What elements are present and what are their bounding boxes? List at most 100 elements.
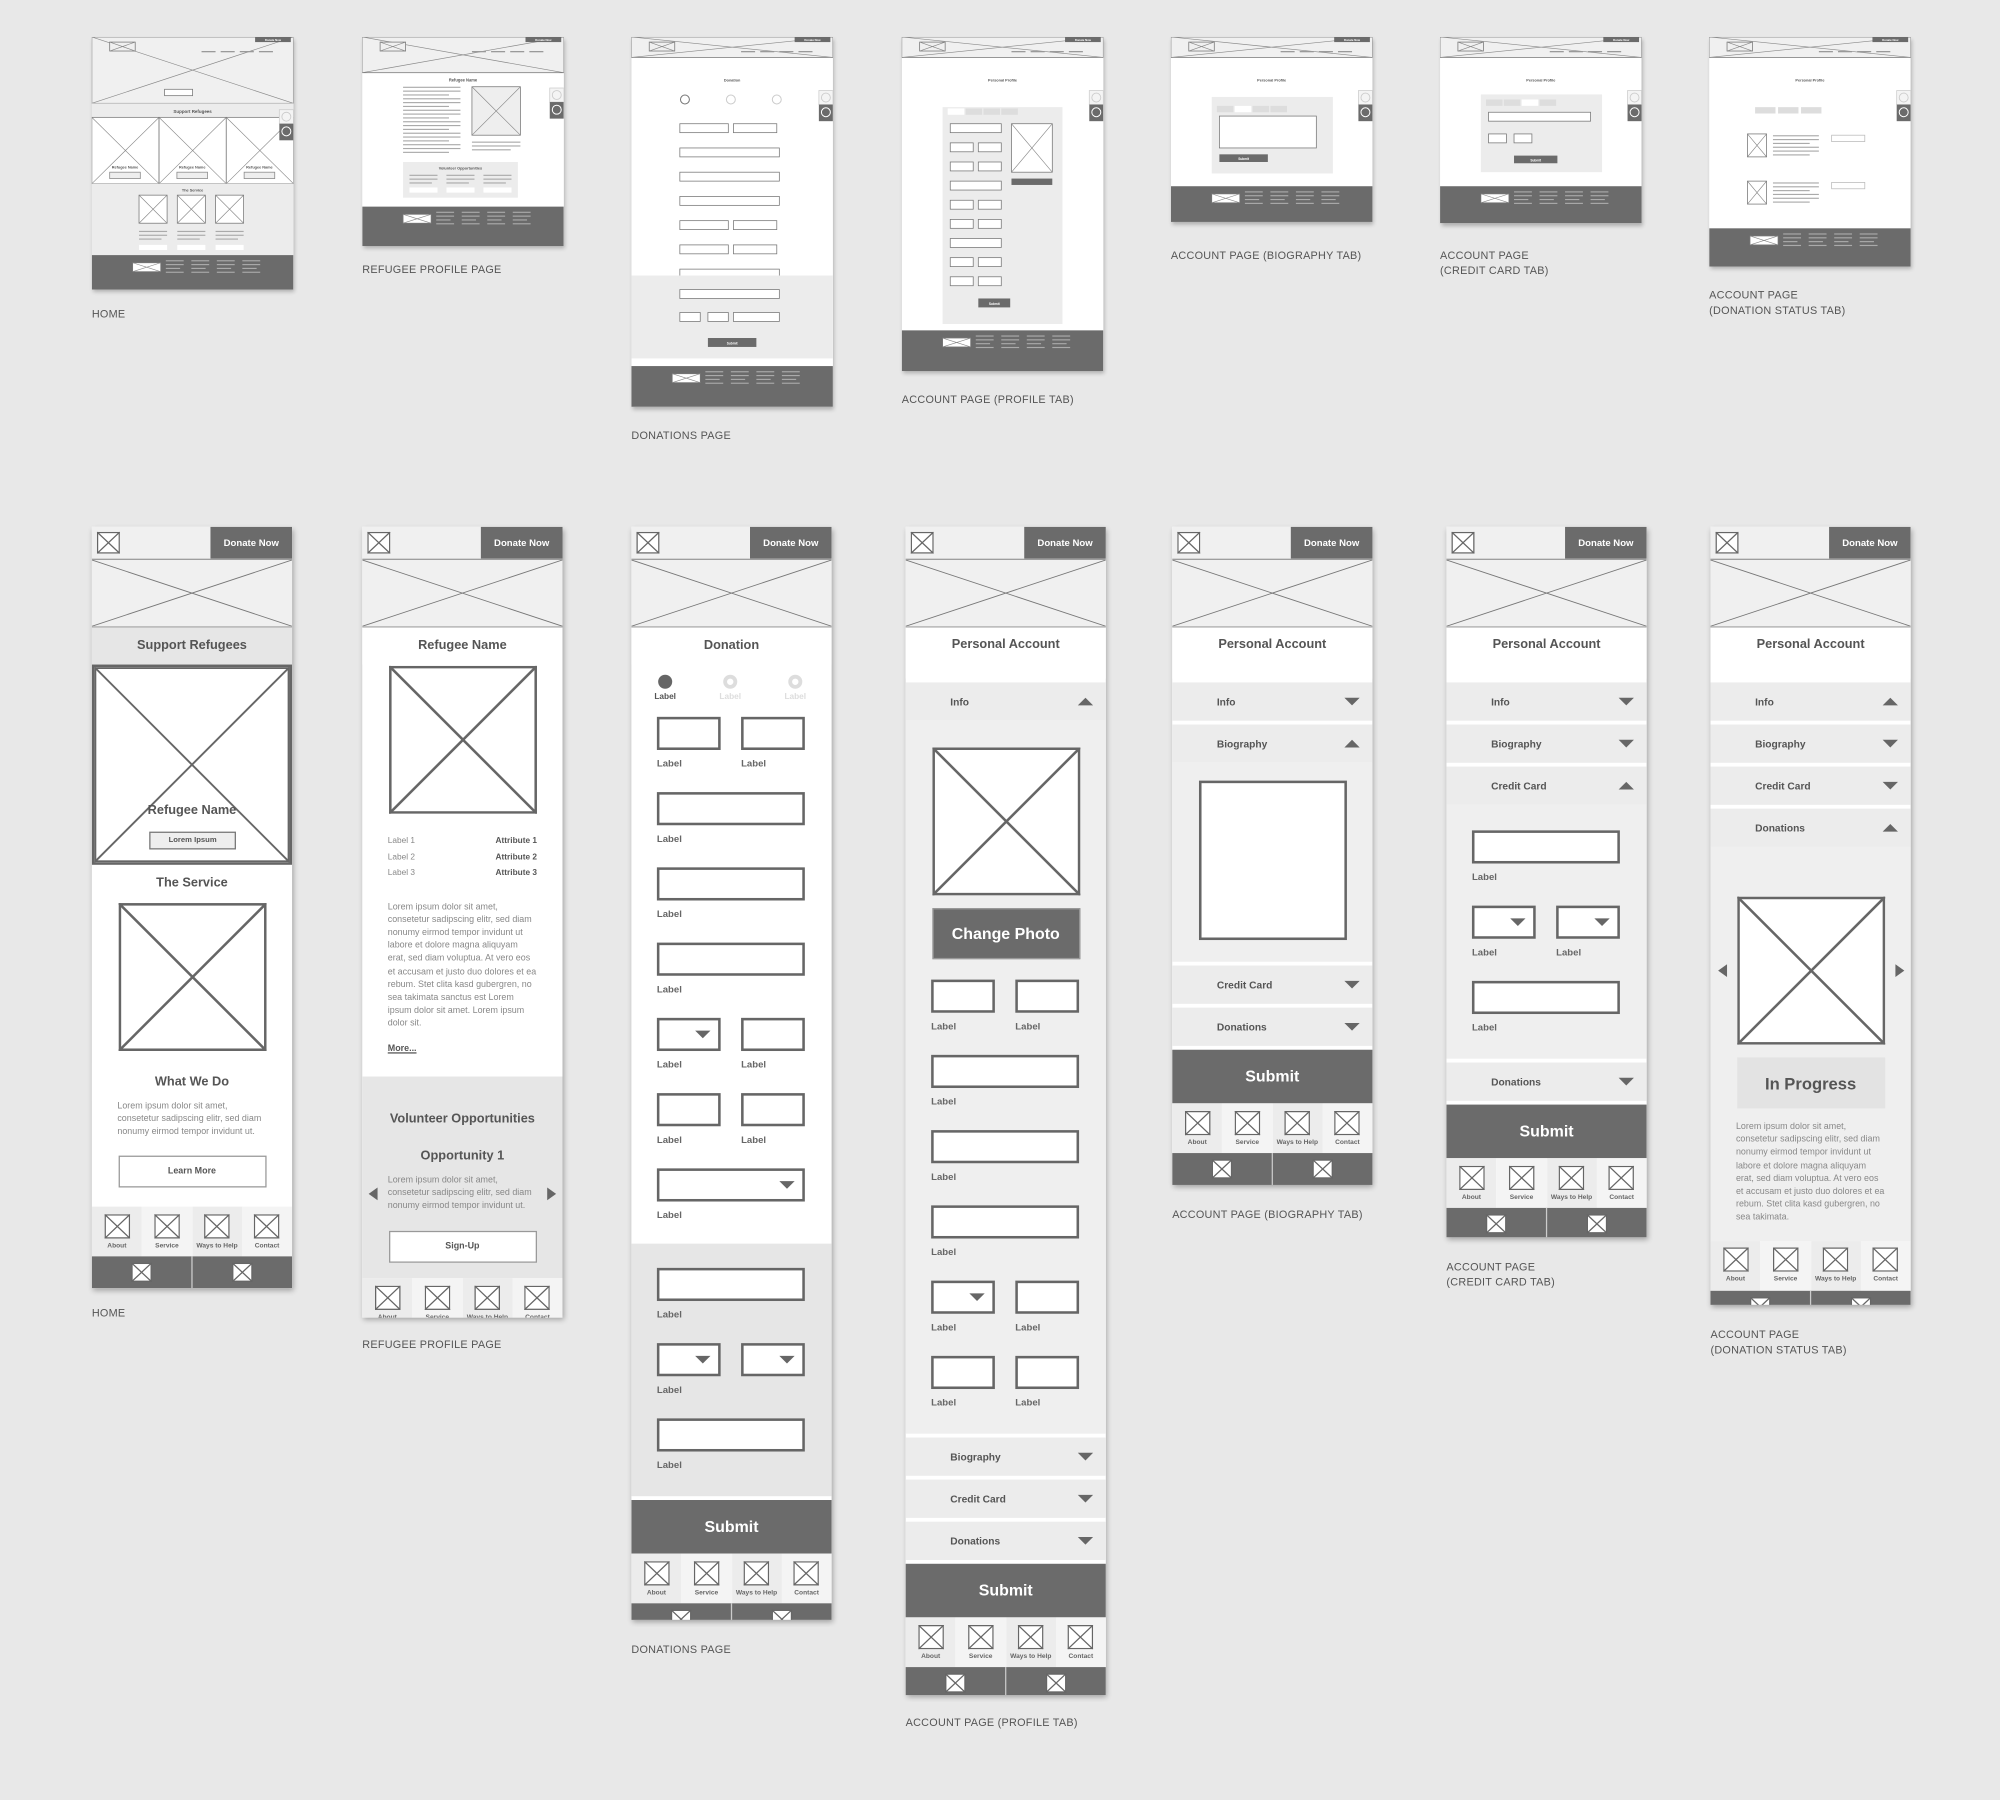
text-input[interactable] — [656, 1267, 805, 1302]
logo[interactable] — [1715, 531, 1739, 559]
footer-button[interactable] — [1446, 1207, 1548, 1238]
nav-item-service[interactable]: Service — [141, 1206, 192, 1257]
accordion-credit-card[interactable]: Credit Card — [1172, 965, 1373, 1004]
nav-item-about[interactable]: About — [91, 1206, 142, 1257]
accordion-donations[interactable]: Donations — [1710, 808, 1911, 847]
text-input[interactable] — [1471, 980, 1620, 1015]
outline-button[interactable]: Learn More — [117, 1155, 266, 1188]
next-arrow-icon[interactable] — [1894, 964, 1904, 978]
text-input[interactable] — [931, 1205, 1080, 1239]
accordion-info[interactable]: Info — [905, 682, 1106, 721]
nav-item-ways-to-help[interactable]: Ways to Help — [1546, 1158, 1597, 1208]
accordion-donations[interactable]: Donations — [1172, 1007, 1373, 1046]
dropdown-select[interactable] — [656, 1017, 721, 1052]
nav-item-ways-to-help[interactable]: Ways to Help — [731, 1553, 782, 1604]
more-link[interactable]: More... — [362, 1044, 562, 1053]
nav-item-contact[interactable]: Contact — [1055, 1617, 1106, 1668]
nav-item-service[interactable]: Service — [412, 1278, 463, 1318]
dropdown-select[interactable] — [931, 1280, 995, 1314]
dropdown-select[interactable] — [656, 1343, 721, 1377]
accordion-credit-card[interactable]: Credit Card — [1446, 766, 1647, 805]
nav-item-contact[interactable]: Contact — [1860, 1240, 1911, 1291]
logo[interactable] — [636, 531, 660, 559]
nav-item-ways-to-help[interactable]: Ways to Help — [1005, 1617, 1056, 1668]
nav-item-service[interactable]: Service — [1496, 1158, 1547, 1208]
submit-button[interactable]: Submit — [1446, 1104, 1647, 1159]
footer-button[interactable] — [732, 1603, 832, 1620]
logo[interactable] — [1451, 531, 1475, 559]
nav-item-about[interactable]: About — [1446, 1158, 1497, 1208]
accordion-info[interactable]: Info — [1710, 682, 1911, 721]
text-input[interactable] — [1015, 1355, 1080, 1390]
accordion-credit-card[interactable]: Credit Card — [905, 1479, 1106, 1518]
text-input[interactable] — [656, 942, 805, 976]
nav-item-contact[interactable]: Contact — [512, 1278, 563, 1318]
nav-item-about[interactable]: About — [1172, 1103, 1223, 1154]
footer-button[interactable] — [1547, 1207, 1647, 1238]
nav-item-about[interactable]: About — [1710, 1240, 1761, 1291]
lorem-ipsum-button[interactable]: Lorem Ipsum — [149, 831, 236, 850]
text-input[interactable] — [1471, 830, 1620, 864]
text-input[interactable] — [931, 1054, 1080, 1089]
accordion-biography[interactable]: Biography — [1172, 724, 1373, 763]
logo[interactable] — [96, 531, 121, 559]
nav-item-about[interactable]: About — [905, 1617, 956, 1668]
accordion-info[interactable]: Info — [1446, 682, 1647, 721]
footer-button[interactable] — [631, 1603, 733, 1620]
accordion-biography[interactable]: Biography — [1446, 724, 1647, 763]
submit-button[interactable]: Submit — [905, 1563, 1106, 1618]
step[interactable]: Label — [784, 674, 806, 703]
dropdown-select[interactable] — [656, 1168, 805, 1202]
footer-button[interactable] — [1710, 1290, 1812, 1305]
dropdown-select[interactable] — [741, 1343, 805, 1377]
submit-button[interactable]: Submit — [1172, 1049, 1373, 1104]
accordion-biography[interactable]: Biography — [1710, 724, 1911, 763]
donate-now-button[interactable]: Donate Now — [1024, 526, 1106, 559]
dropdown-select[interactable] — [1556, 905, 1620, 939]
accordion-donations[interactable]: Donations — [1446, 1062, 1647, 1101]
donate-now-button[interactable]: Donate Now — [749, 526, 832, 559]
footer-button[interactable] — [91, 1256, 193, 1289]
text-input[interactable] — [931, 979, 995, 1013]
nav-item-contact[interactable]: Contact — [242, 1206, 293, 1257]
step[interactable]: Label — [654, 674, 676, 703]
text-input[interactable] — [656, 867, 805, 901]
nav-item-ways-to-help[interactable]: Ways to Help — [462, 1278, 513, 1318]
nav-item-contact[interactable]: Contact — [781, 1553, 832, 1604]
dropdown-select[interactable] — [1471, 905, 1536, 939]
nav-item-about[interactable]: About — [362, 1278, 413, 1318]
text-input[interactable] — [741, 1017, 805, 1052]
nav-item-ways-to-help[interactable]: Ways to Help — [1810, 1240, 1861, 1291]
nav-item-contact[interactable]: Contact — [1322, 1103, 1373, 1154]
previous-arrow-icon[interactable] — [368, 1187, 378, 1201]
donate-now-button[interactable]: Donate Now — [210, 526, 293, 559]
donate-now-button[interactable]: Donate Now — [1290, 526, 1373, 559]
step[interactable]: Label — [719, 674, 741, 703]
change-photo-button[interactable]: Change Photo — [931, 908, 1080, 960]
nav-item-service[interactable]: Service — [1760, 1240, 1811, 1291]
nav-item-ways-to-help[interactable]: Ways to Help — [1272, 1103, 1323, 1154]
nav-item-about[interactable]: About — [631, 1553, 682, 1604]
text-input[interactable] — [1015, 1280, 1080, 1314]
footer-button[interactable] — [1272, 1153, 1373, 1185]
nav-item-service[interactable]: Service — [1222, 1103, 1273, 1154]
featured-refugee-card[interactable]: Refugee Name Lorem Ipsum — [91, 664, 293, 865]
footer-button[interactable] — [192, 1256, 293, 1289]
donate-now-button[interactable]: Donate Now — [1565, 526, 1647, 559]
nav-item-service[interactable]: Service — [955, 1617, 1006, 1668]
text-input[interactable] — [656, 716, 721, 750]
accordion-donations[interactable]: Donations — [905, 1521, 1106, 1560]
outline-button[interactable]: Sign-Up — [388, 1231, 537, 1263]
accordion-info[interactable]: Info — [1172, 682, 1373, 721]
biography-textarea[interactable] — [1198, 780, 1347, 941]
text-input[interactable] — [656, 1093, 721, 1127]
text-input[interactable] — [931, 1130, 1080, 1164]
footer-button[interactable] — [905, 1667, 1007, 1696]
footer-button[interactable] — [1172, 1153, 1273, 1185]
nav-item-ways-to-help[interactable]: Ways to Help — [191, 1206, 243, 1257]
text-input[interactable] — [741, 1093, 805, 1127]
logo[interactable] — [910, 531, 935, 559]
footer-button[interactable] — [1811, 1290, 1911, 1305]
text-input[interactable] — [656, 1418, 805, 1452]
nav-item-contact[interactable]: Contact — [1596, 1158, 1647, 1208]
